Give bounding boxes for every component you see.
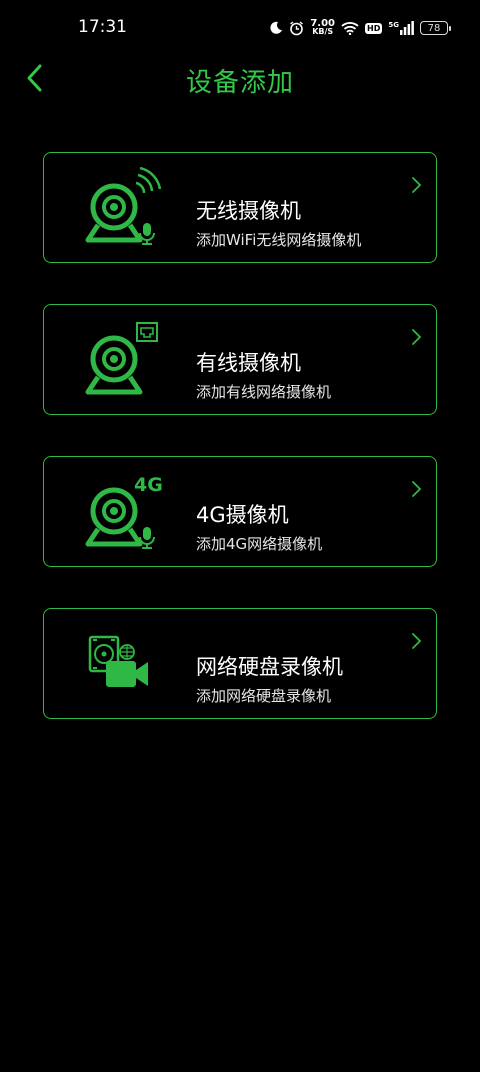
battery-indicator: 78 [420, 21, 451, 35]
nvr-icon [88, 635, 148, 687]
header: 设备添加 [0, 56, 480, 104]
signal-indicator: 5G [388, 21, 414, 35]
option-wireless-camera[interactable]: 无线摄像机 添加WiFi无线网络摄像机 [43, 152, 437, 263]
option-4g-camera[interactable]: 4G 4G摄像机 添加4G网络摄像机 [43, 456, 437, 567]
option-subtitle: 添加WiFi无线网络摄像机 [196, 231, 362, 249]
chevron-right-icon [412, 329, 422, 345]
hd-label: HD [367, 23, 381, 33]
signal-bars-icon [400, 21, 414, 35]
signal-label: 5G [388, 21, 399, 29]
option-subtitle: 添加网络硬盘录像机 [196, 687, 332, 705]
wired-camera-icon [85, 322, 158, 395]
option-title: 4G摄像机 [196, 503, 289, 527]
alarm-icon [290, 20, 304, 35]
wifi-camera-icon [85, 167, 162, 245]
hd-badge: HD [365, 22, 383, 34]
option-title: 无线摄像机 [196, 199, 301, 223]
option-subtitle: 添加有线网络摄像机 [196, 383, 332, 401]
battery-level: 78 [427, 23, 441, 34]
wifi-icon [341, 22, 359, 35]
network-speed-unit: KB/S [312, 27, 334, 36]
status-time: 17:31 [78, 17, 127, 37]
option-nvr[interactable]: 网络硬盘录像机 添加网络硬盘录像机 [43, 608, 437, 719]
chevron-right-icon [412, 633, 422, 649]
option-wired-camera[interactable]: 有线摄像机 添加有线网络摄像机 [43, 304, 437, 415]
moon-icon [270, 21, 283, 34]
option-title: 网络硬盘录像机 [196, 655, 343, 679]
option-title: 有线摄像机 [196, 351, 301, 375]
status-bar: 17:31 7.00 KB/S HD 5G 78 [0, 0, 480, 56]
page-title: 设备添加 [185, 68, 294, 98]
chevron-right-icon [412, 177, 422, 193]
4g-camera-icon: 4G [85, 474, 163, 549]
option-subtitle: 添加4G网络摄像机 [196, 535, 323, 553]
status-icons: 7.00 KB/S HD 5G 78 [269, 18, 451, 38]
chevron-right-icon [412, 481, 422, 497]
4g-badge-text: 4G [134, 474, 163, 496]
network-speed: 7.00 KB/S [310, 19, 335, 36]
